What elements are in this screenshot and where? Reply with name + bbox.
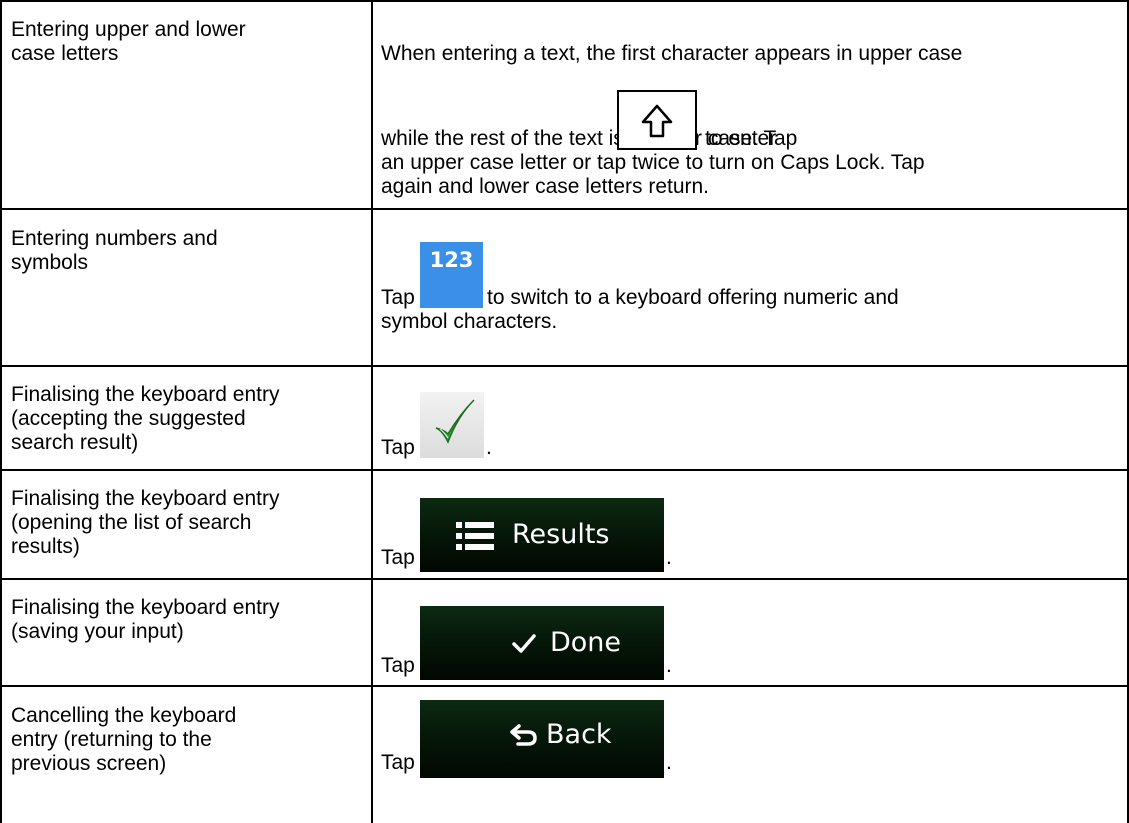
row-label-line: Finalising the keyboard entry [11, 487, 280, 510]
row-label-line: previous screen) [11, 752, 167, 775]
checkmark-icon [435, 399, 475, 444]
row-desc-line: . [666, 546, 672, 569]
row-desc-line: . [666, 751, 672, 774]
row-label-line: (saving your input) [11, 620, 184, 643]
check-icon [512, 634, 536, 653]
row-desc-line: to enter [705, 127, 777, 150]
table-border-left [0, 0, 2, 823]
row-desc-line: . [486, 436, 492, 459]
row-divider [0, 469, 1129, 471]
row-desc-line: . [666, 654, 672, 677]
row-divider [0, 365, 1129, 367]
shift-arrow-icon [641, 104, 673, 138]
back-arrow-icon [510, 724, 537, 746]
row-label-line: (opening the list of search [11, 511, 252, 534]
row-desc-line: Tap [381, 751, 415, 774]
row-label-line: Entering numbers and [11, 227, 218, 250]
row-label-line: (accepting the suggested [11, 407, 246, 430]
row-label-line: search result) [11, 431, 139, 454]
row-label-line: Finalising the keyboard entry [11, 383, 280, 406]
row-divider [0, 0, 1129, 2]
row-label-line: symbols [11, 251, 89, 274]
row-desc-line: an upper case letter or tap twice to tur… [381, 151, 925, 174]
shift-button[interactable] [617, 90, 697, 150]
results-button[interactable]: Results [420, 498, 664, 572]
done-button-label: Done [550, 627, 622, 658]
row-label-line: Finalising the keyboard entry [11, 596, 280, 619]
row-desc-line: Tap [381, 654, 415, 677]
row-desc-line: to switch to a keyboard offering numeric… [487, 286, 899, 309]
numeric-button-label: 123 [429, 248, 474, 272]
back-button-label: Back [546, 719, 612, 750]
row-label-line: Entering upper and lower [11, 18, 246, 41]
row-divider [0, 685, 1129, 687]
row-label-line: Cancelling the keyboard [11, 704, 237, 727]
done-button[interactable]: Done [420, 606, 664, 680]
row-divider [0, 208, 1129, 210]
list-icon [456, 522, 494, 550]
results-button-label: Results [512, 519, 610, 550]
row-desc-line: Tap [381, 436, 415, 459]
row-divider [0, 578, 1129, 580]
row-desc-line: Tap [381, 546, 415, 569]
row-desc-line: again and lower case letters return. [381, 175, 710, 198]
row-label-line: case letters [11, 42, 119, 65]
column-divider [371, 0, 373, 823]
instruction-table: Entering upper and lower case letters Wh… [0, 0, 1129, 823]
accept-button[interactable] [420, 392, 484, 458]
row-desc-line: Tap [381, 286, 415, 309]
row-desc-line: When entering a text, the first characte… [381, 42, 963, 65]
numeric-keyboard-button[interactable]: 123 [420, 242, 483, 308]
row-label-line: entry (returning to the [11, 728, 212, 751]
row-desc-line: symbol characters. [381, 310, 558, 333]
back-button[interactable]: Back [420, 700, 664, 778]
row-label-line: results) [11, 535, 80, 558]
